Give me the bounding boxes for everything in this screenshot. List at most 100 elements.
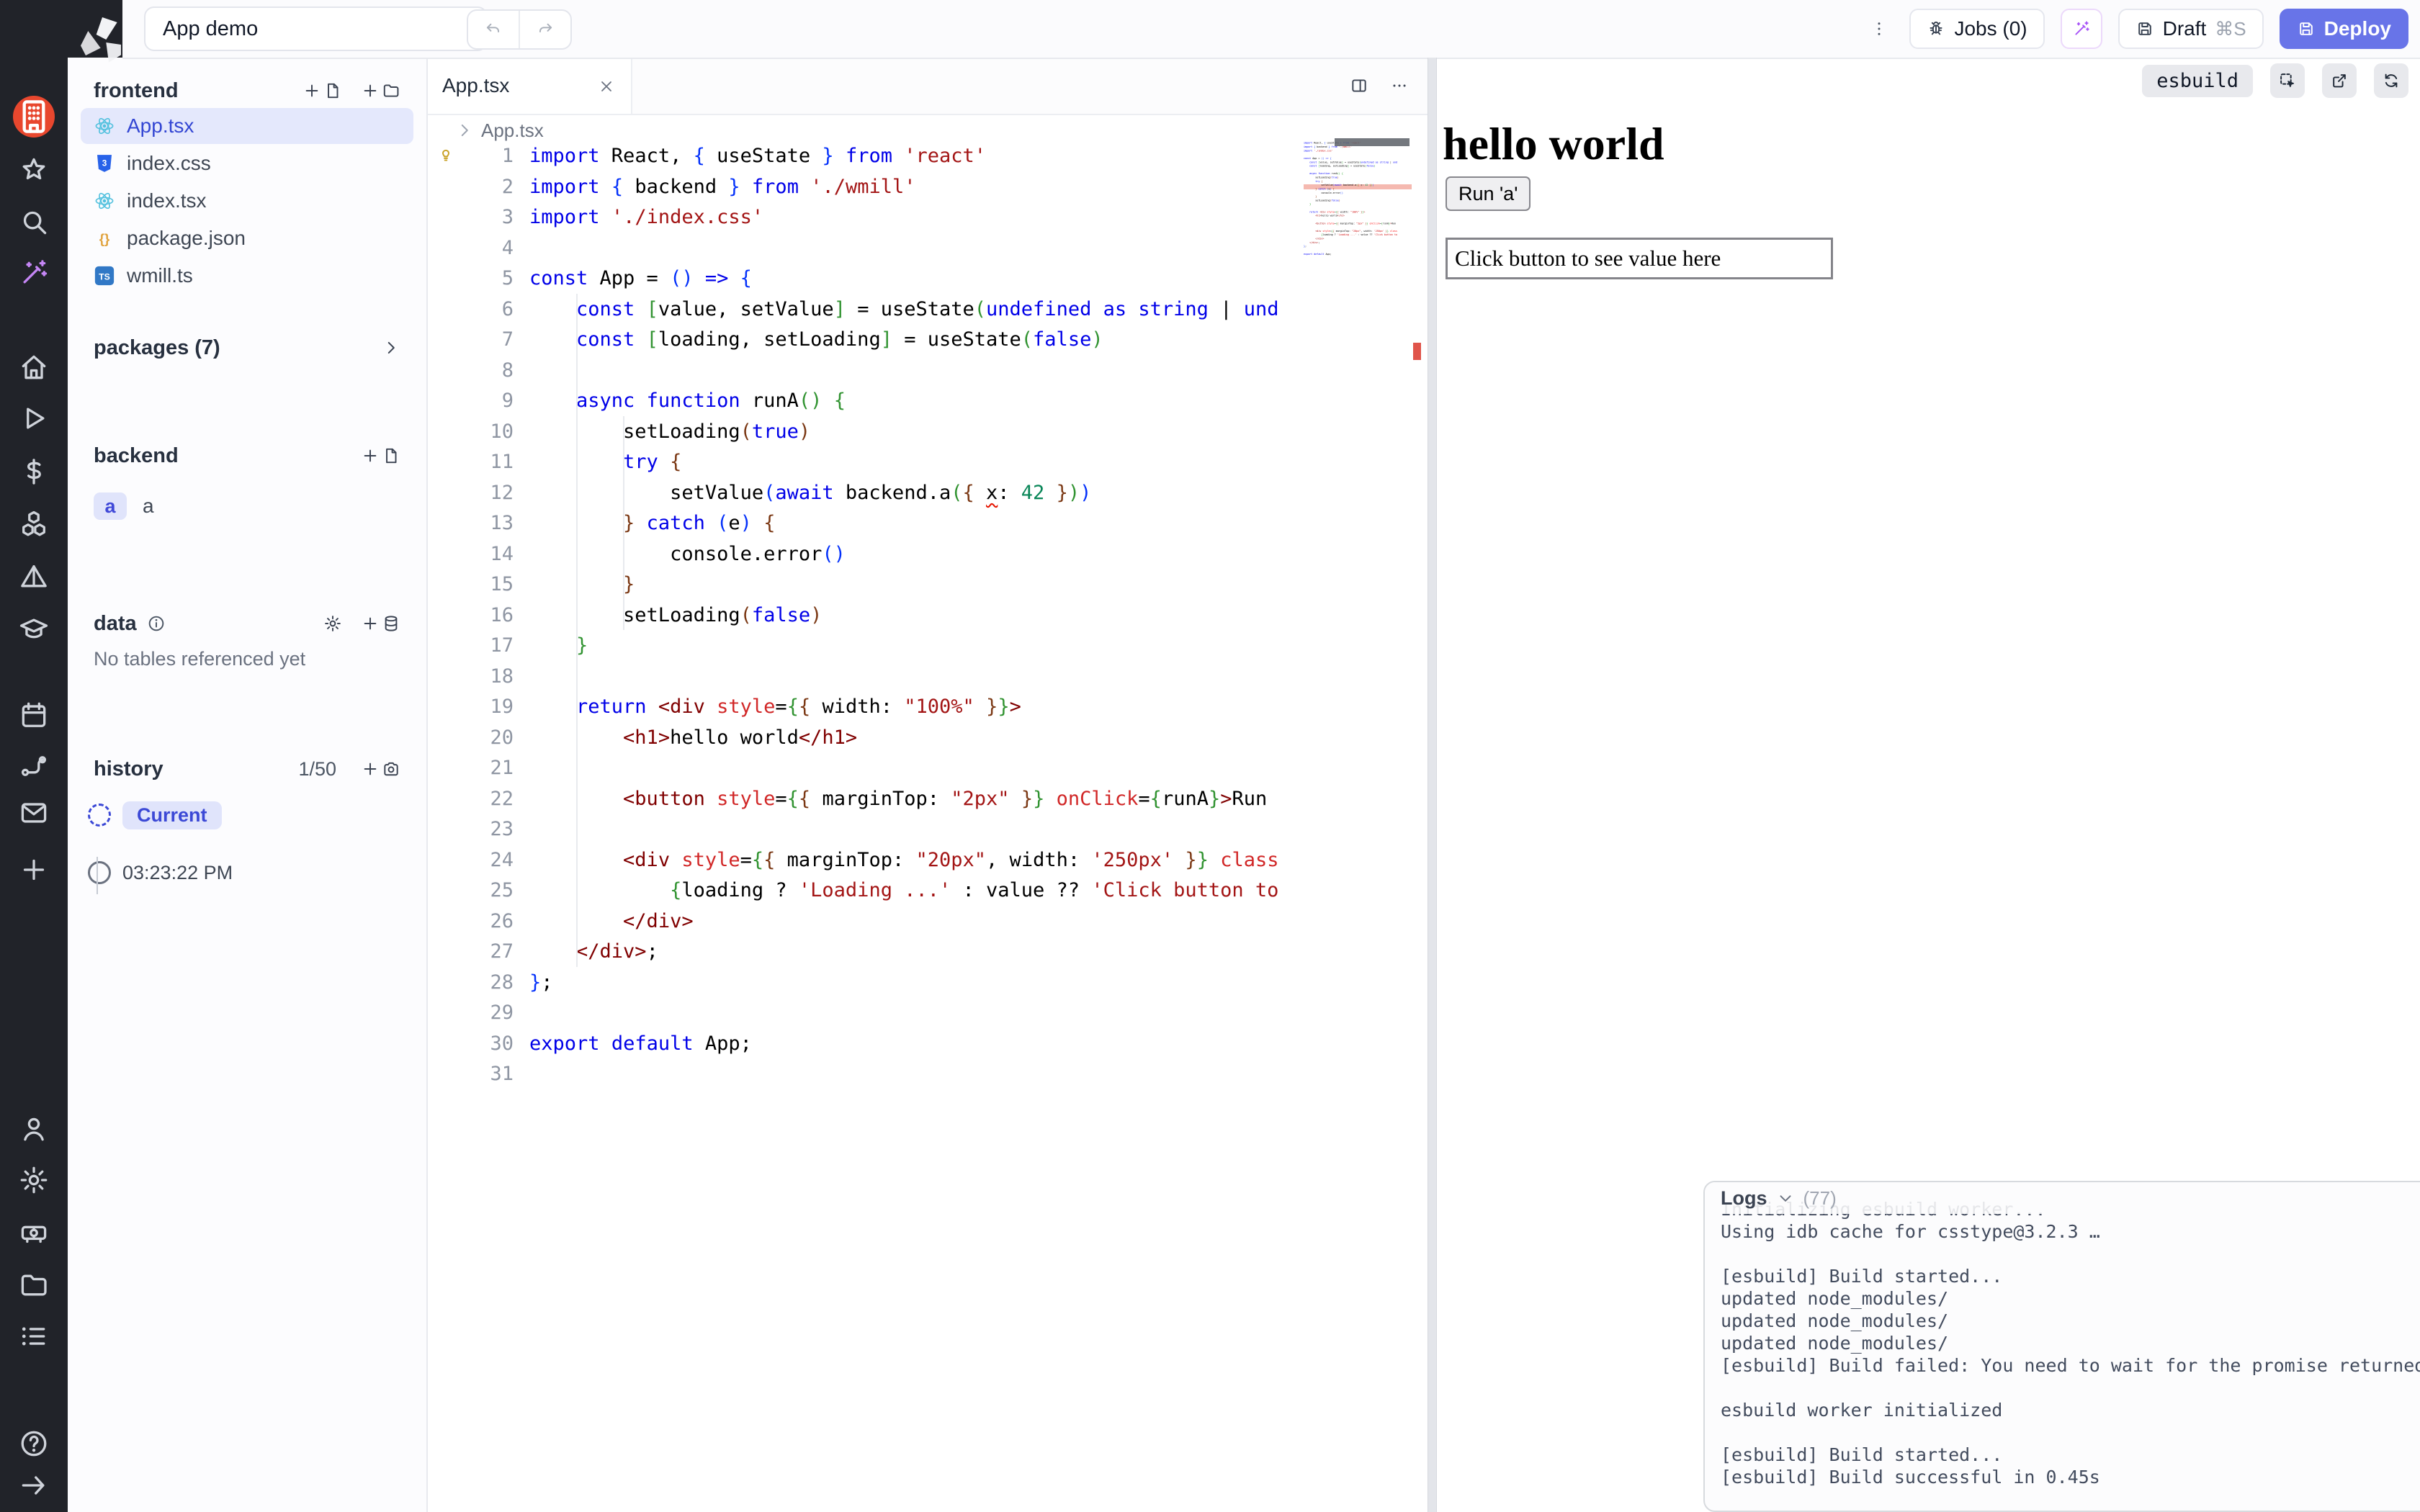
file-row-index.tsx[interactable]: index.tsx — [81, 183, 413, 219]
add-folder-button[interactable] — [361, 81, 400, 100]
save-icon — [2297, 19, 2316, 38]
resources-cubes-icon[interactable] — [18, 508, 50, 540]
split-view-button[interactable] — [1350, 76, 1368, 95]
add-table-button[interactable] — [361, 614, 400, 633]
draft-button[interactable]: Draft ⌘S — [2118, 9, 2264, 49]
braces-file-icon: {} — [94, 228, 115, 249]
deploy-button[interactable]: Deploy — [2280, 9, 2408, 49]
add-plus-icon[interactable] — [18, 854, 50, 886]
line-number: 30 — [426, 1029, 529, 1060]
runs-play-icon[interactable] — [18, 402, 50, 434]
code-line-11: try { — [529, 447, 1296, 478]
current-badge[interactable]: Current — [122, 801, 222, 829]
code-text[interactable]: import React, { useState } from 'react'i… — [529, 141, 1296, 1090]
logs-header[interactable]: Logs (77) — [1705, 1182, 2420, 1214]
refresh-button[interactable] — [2374, 63, 2408, 98]
mail-icon[interactable] — [18, 797, 50, 829]
react-file-icon — [94, 190, 115, 212]
audit-list-icon[interactable] — [18, 1320, 50, 1352]
search-icon[interactable] — [18, 206, 50, 238]
app-title-input[interactable] — [144, 6, 488, 51]
run-a-button[interactable]: Run 'a' — [1446, 176, 1531, 211]
inspect-select-button[interactable] — [2270, 63, 2305, 98]
favorites-star-icon[interactable] — [18, 155, 50, 186]
packages-row[interactable]: packages (7) — [68, 332, 426, 364]
schedules-calendar-icon[interactable] — [18, 699, 50, 731]
tab-app-tsx[interactable]: App.tsx — [426, 58, 632, 114]
minimap[interactable]: import React, { useState } from 'react'i… — [1304, 141, 1417, 1106]
workspace-building-icon[interactable] — [13, 96, 55, 138]
code-editor: App.tsx App.tsx 123456789101112131415161… — [426, 58, 1428, 1512]
timeline-point-icon — [88, 861, 111, 884]
draft-label: Draft — [2163, 17, 2207, 40]
breadcrumb[interactable]: App.tsx — [455, 118, 544, 143]
code-line-3: import './index.css' — [529, 202, 1296, 233]
jobs-label: Jobs (0) — [1954, 17, 2027, 40]
jobs-button[interactable]: Jobs (0) — [1909, 9, 2044, 49]
settings-gear-icon[interactable] — [18, 1164, 50, 1196]
code-line-6: const [value, setValue] = useState(undef… — [529, 294, 1296, 325]
file-row-App.tsx[interactable]: App.tsx — [81, 108, 413, 144]
chevron-down-icon[interactable] — [1776, 1189, 1795, 1207]
folders-icon[interactable] — [18, 1269, 50, 1301]
line-number: 1 — [426, 141, 529, 172]
data-settings-button[interactable] — [323, 614, 342, 633]
left-rail — [0, 0, 68, 1512]
overview-ruler-error-mark — [1413, 343, 1421, 360]
value-display-box: Click button to see value here — [1446, 238, 1833, 279]
line-number: 11 — [426, 447, 529, 478]
chevron-right-icon — [455, 121, 474, 140]
indent-guide — [623, 416, 624, 630]
react-file-icon — [94, 115, 115, 137]
add-file-button[interactable] — [302, 81, 342, 100]
tab-label: App.tsx — [442, 74, 509, 97]
line-number: 17 — [426, 631, 529, 662]
backend-item[interactable]: a a — [68, 490, 426, 522]
line-number: 5 — [426, 264, 529, 294]
line-number: 8 — [426, 356, 529, 387]
home-icon[interactable] — [18, 351, 50, 383]
editor-more-button[interactable] — [1390, 76, 1409, 95]
code-line-18 — [529, 662, 1296, 693]
snapshot-button[interactable] — [361, 760, 400, 778]
windmill-logo-icon[interactable] — [0, 3, 19, 15]
triggers-prism-icon[interactable] — [18, 561, 50, 593]
code-line-12: setValue(await backend.a({ x: 42 })) — [529, 478, 1296, 509]
variables-dollar-icon[interactable] — [18, 456, 50, 487]
open-external-button[interactable] — [2322, 63, 2357, 98]
ai-wand-icon[interactable] — [18, 257, 50, 289]
file-row-wmill.ts[interactable]: TSwmill.ts — [81, 258, 413, 294]
undo-button[interactable] — [468, 11, 519, 48]
minimap-slider[interactable] — [1335, 138, 1410, 146]
script-label: a — [143, 495, 154, 518]
topbar: Jobs (0) Draft ⌘S Deploy — [122, 0, 2420, 59]
history-snapshot-row[interactable]: 03:23:22 PM — [68, 858, 426, 887]
log-line: updated node_modules/ — [1721, 1310, 2420, 1332]
line-number: 14 — [426, 539, 529, 570]
line-number: 27 — [426, 937, 529, 968]
more-menu-button[interactable] — [1865, 12, 1894, 46]
collapse-arrow-right-icon[interactable] — [18, 1470, 50, 1501]
chevron-right-icon[interactable] — [382, 338, 400, 357]
routes-flow-icon[interactable] — [18, 750, 50, 782]
help-circle-icon[interactable] — [18, 1428, 50, 1459]
worker-groups-icon[interactable] — [18, 1217, 50, 1248]
file-row-package.json[interactable]: {}package.json — [81, 220, 413, 256]
learn-graduation-cap-icon[interactable] — [18, 613, 50, 645]
file-row-index.css[interactable]: 3index.css — [81, 145, 413, 181]
redo-button[interactable] — [519, 11, 570, 48]
code-line-27: </div>; — [529, 937, 1296, 968]
log-line: esbuild worker initialized — [1721, 1399, 2420, 1421]
svg-text:3: 3 — [102, 158, 107, 168]
backend-section: backend a a — [68, 440, 426, 522]
add-file-button[interactable] — [361, 446, 400, 465]
ai-assistant-button[interactable] — [2061, 9, 2102, 49]
timeline-current-icon — [88, 804, 111, 827]
line-number: 9 — [426, 386, 529, 417]
code-line-24: <div style={{ marginTop: "20px", width: … — [529, 845, 1296, 876]
panel-resize-handle[interactable] — [1428, 58, 1437, 1512]
close-icon[interactable] — [598, 77, 615, 94]
user-icon[interactable] — [18, 1113, 50, 1145]
history-current-row[interactable]: Current — [68, 801, 426, 829]
script-badge[interactable]: a — [94, 492, 127, 520]
